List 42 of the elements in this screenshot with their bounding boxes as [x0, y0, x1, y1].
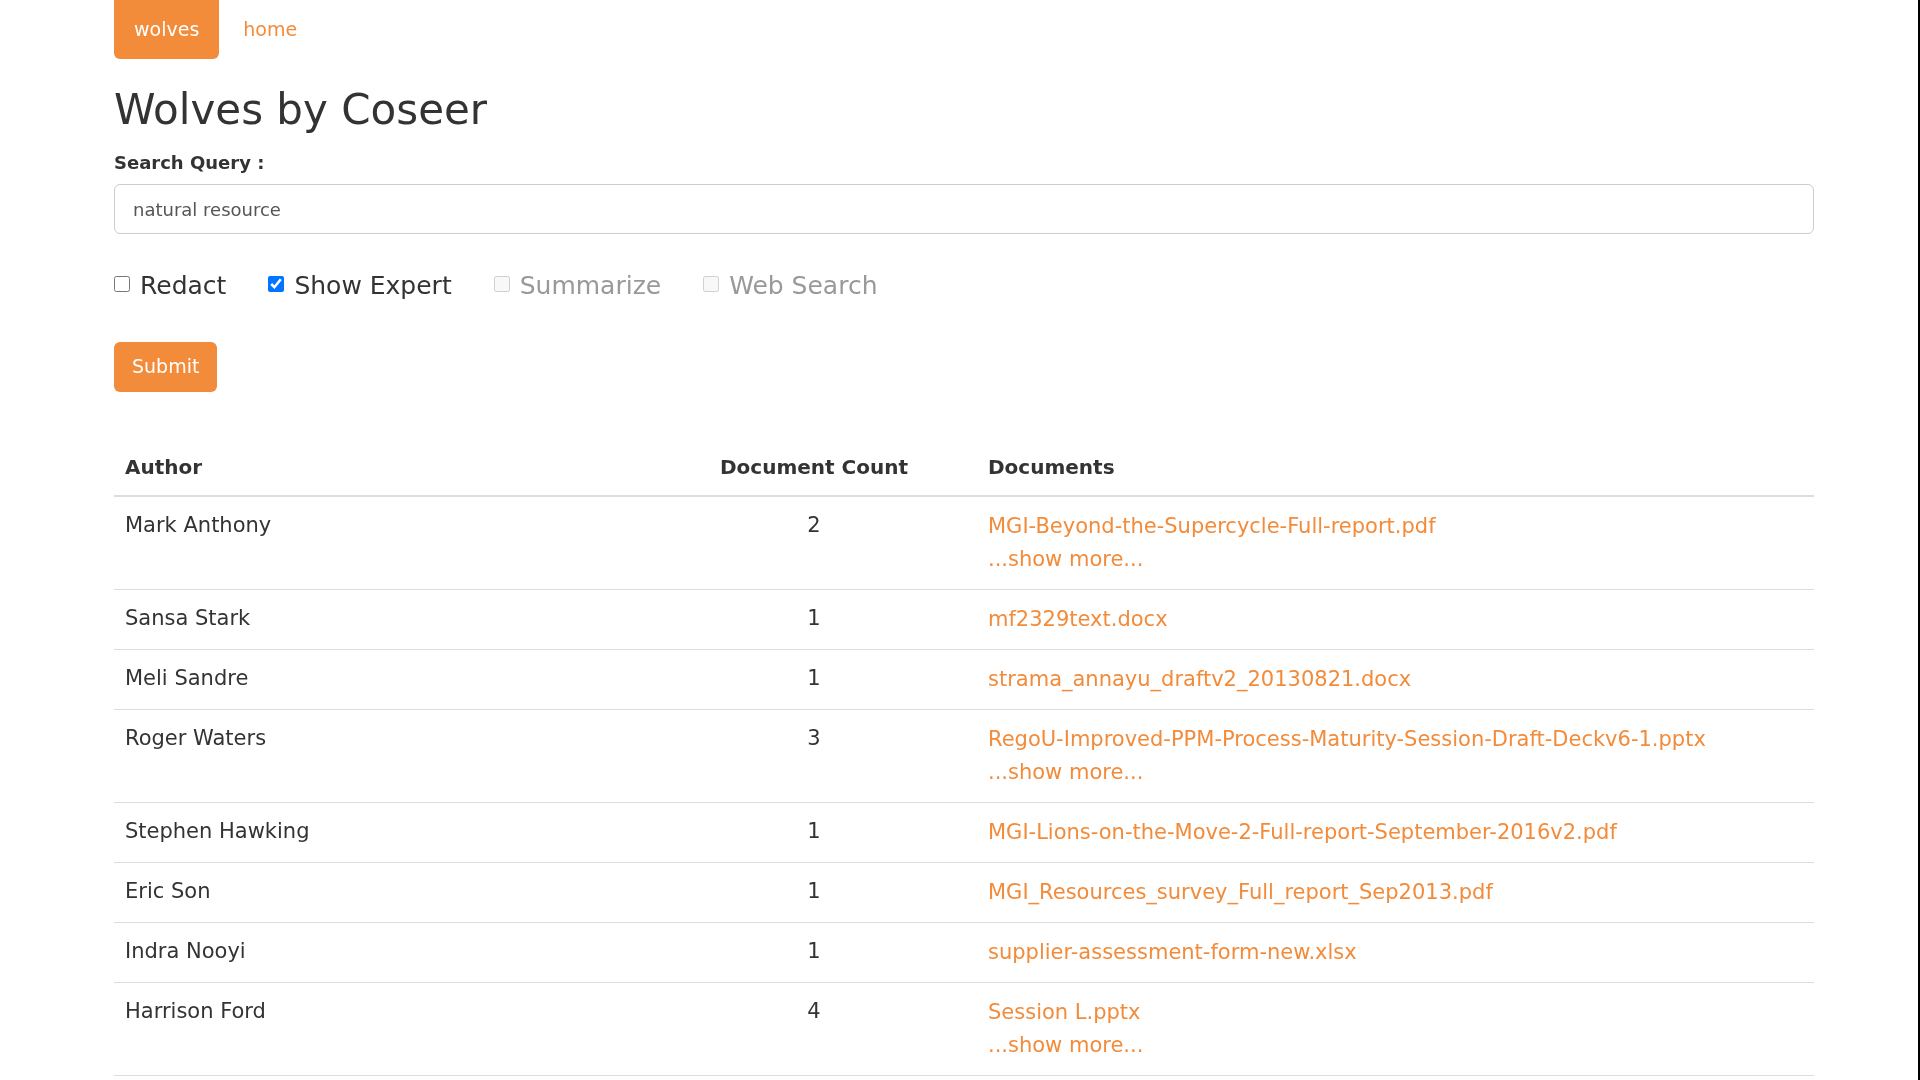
- author-cell: Harrison Ford: [125, 999, 266, 1023]
- option-checkbox[interactable]: [114, 275, 130, 292]
- count-cell: 1: [807, 819, 821, 843]
- search-label: Search Query :: [114, 151, 266, 175]
- count-cell: 2: [807, 513, 821, 537]
- count-cell: 1: [807, 939, 821, 963]
- document-link[interactable]: RegoU-Improved-PPM-Process-Maturity-Session-Draft-Deckv6-1.pptx: [988, 727, 1706, 751]
- document-link[interactable]: MGI-Beyond-the-Supercycle-Full-report.pdf: [988, 514, 1436, 538]
- count-cell: 4: [807, 999, 821, 1023]
- author-cell: Sansa Stark: [125, 606, 251, 630]
- author-cell: Mark Anthony: [125, 513, 272, 537]
- submit-button[interactable]: Submit: [114, 341, 218, 392]
- search-field[interactable]: natural resource: [114, 184, 1814, 234]
- page-title: Wolves by Coseer: [114, 85, 489, 135]
- nav-link[interactable]: home: [227, 0, 314, 59]
- count-cell: 1: [807, 666, 821, 690]
- column-header: Document Count: [719, 454, 909, 479]
- show-more-link[interactable]: ...show more...: [988, 547, 1144, 571]
- author-cell: Meli Sandre: [125, 666, 249, 690]
- option-label: Summarize: [519, 270, 662, 302]
- option-label: Show Expert: [294, 270, 452, 302]
- document-link[interactable]: MGI_Resources_survey_Full_report_Sep2013.pdf: [988, 880, 1493, 904]
- document-link[interactable]: MGI-Lions-on-the-Move-2-Full-report-September-2016v2.pdf: [988, 820, 1617, 844]
- count-cell: 1: [807, 606, 821, 630]
- option-checkbox[interactable]: [268, 275, 285, 292]
- column-header: Documents: [988, 454, 1115, 479]
- document-link[interactable]: mf2329text.docx: [988, 607, 1168, 631]
- option-label: Web Search: [729, 270, 878, 302]
- column-header: Author: [125, 454, 203, 479]
- author-cell: Roger Waters: [125, 726, 267, 750]
- nav-link[interactable]: wolves: [114, 0, 220, 59]
- count-cell: 3: [807, 726, 821, 750]
- document-link[interactable]: supplier-assessment-form-new.xlsx: [988, 940, 1357, 964]
- document-link[interactable]: strama_annayu_draftv2_20130821.docx: [988, 667, 1412, 691]
- author-cell: Eric Son: [125, 879, 211, 903]
- option-label: Redact: [140, 270, 227, 302]
- show-more-link[interactable]: ...show more...: [988, 1033, 1144, 1057]
- count-cell: 1: [807, 879, 821, 903]
- author-cell: Stephen Hawking: [125, 819, 310, 843]
- show-more-link[interactable]: ...show more...: [988, 760, 1144, 784]
- document-link[interactable]: Session L.pptx: [988, 1000, 1141, 1024]
- author-cell: Indra Nooyi: [125, 939, 246, 963]
